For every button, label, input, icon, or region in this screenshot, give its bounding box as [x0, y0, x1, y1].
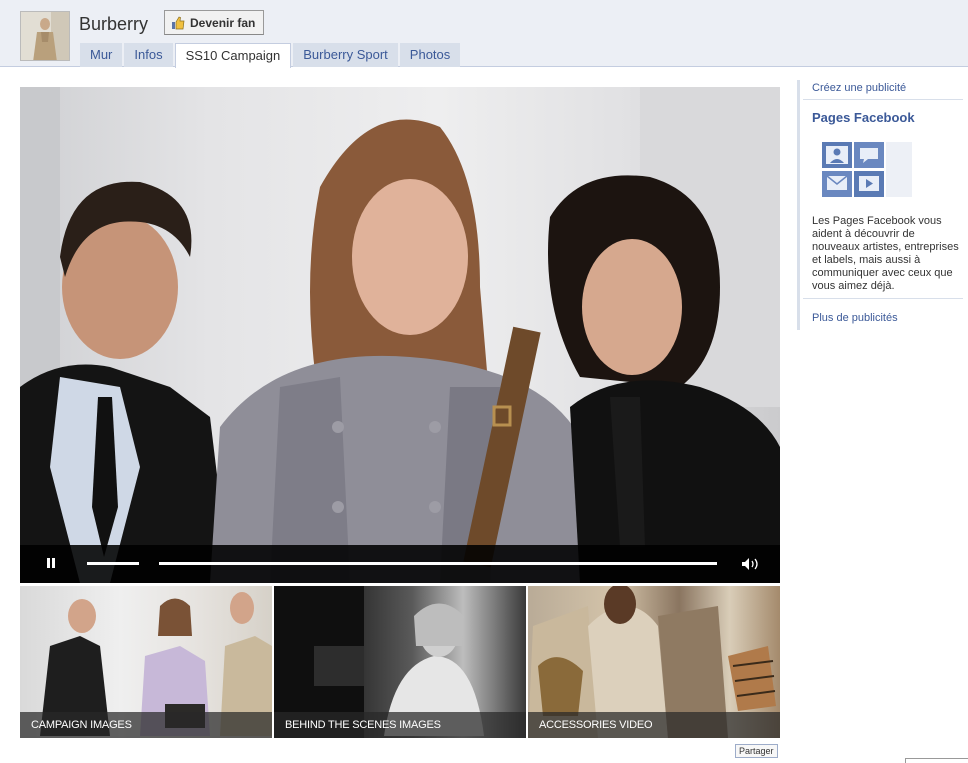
- page-avatar[interactable]: [20, 11, 70, 61]
- page-tabs: Mur Infos SS10 Campaign Burberry Sport P…: [80, 43, 461, 68]
- progress-bar[interactable]: [159, 562, 717, 565]
- tab-burberry-sport[interactable]: Burberry Sport: [293, 43, 398, 67]
- pages-facebook-title[interactable]: Pages Facebook: [812, 110, 915, 125]
- facebook-page: Burberry Devenir fan Mur Infos SS10 Camp…: [0, 0, 968, 763]
- thumbs-up-icon: [171, 16, 185, 30]
- video-frame: [20, 87, 780, 583]
- thumbnail-caption: ACCESSORIES VIDEO: [539, 719, 653, 731]
- pages-facebook-illustration[interactable]: [820, 138, 914, 200]
- volume-slider[interactable]: [87, 562, 139, 565]
- video-player[interactable]: [20, 87, 780, 583]
- chat-bar-corner[interactable]: [905, 758, 968, 763]
- thumbnail-row: CAMPAIGN IMAGES BEHIND THE SCENES IMAGES: [20, 586, 780, 738]
- page-header: Burberry Devenir fan Mur Infos SS10 Camp…: [0, 0, 968, 68]
- more-ads-link[interactable]: Plus de publicités: [812, 312, 898, 324]
- become-fan-button[interactable]: Devenir fan: [164, 10, 264, 35]
- thumbnail-caption: BEHIND THE SCENES IMAGES: [285, 719, 441, 731]
- tab-mur[interactable]: Mur: [80, 43, 123, 67]
- thumbnail-accessories-video[interactable]: ACCESSORIES VIDEO: [528, 586, 780, 738]
- thumbnail-caption: CAMPAIGN IMAGES: [31, 719, 132, 731]
- pages-facebook-description: Les Pages Facebook vous aident à découvr…: [812, 215, 959, 292]
- tab-photos[interactable]: Photos: [399, 43, 461, 67]
- thumbnail-behind-the-scenes[interactable]: BEHIND THE SCENES IMAGES: [274, 586, 526, 738]
- share-button[interactable]: Partager: [735, 744, 778, 758]
- create-ad-link[interactable]: Créez une publicité: [812, 82, 906, 94]
- ads-sidebar: Créez une publicité Pages Facebook Les P…: [797, 80, 963, 330]
- divider: [803, 298, 963, 299]
- divider: [803, 99, 963, 100]
- pause-icon[interactable]: [44, 558, 58, 570]
- become-fan-label: Devenir fan: [190, 15, 256, 30]
- page-title: Burberry: [79, 14, 149, 34]
- speaker-icon[interactable]: [741, 557, 763, 571]
- thumbnail-campaign-images[interactable]: CAMPAIGN IMAGES: [20, 586, 272, 738]
- video-controls: [20, 545, 780, 583]
- tab-infos[interactable]: Infos: [124, 43, 173, 67]
- tab-ss10-campaign[interactable]: SS10 Campaign: [174, 43, 292, 68]
